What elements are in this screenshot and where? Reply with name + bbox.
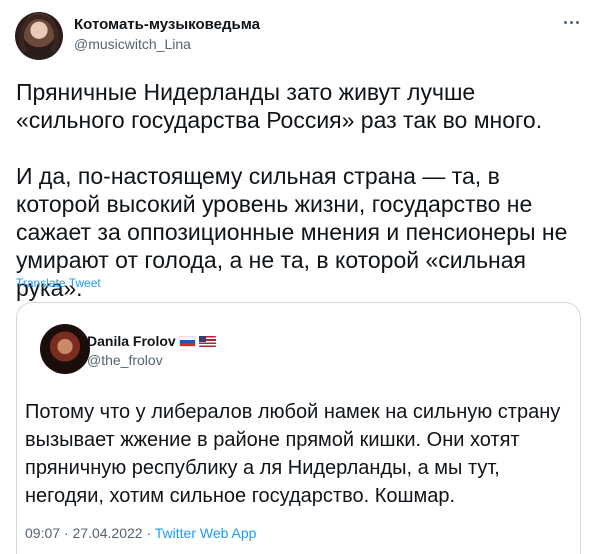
author-handle[interactable]: @musicwitch_Lina — [74, 35, 260, 54]
meta-separator: · — [146, 525, 152, 541]
meta-separator: · — [63, 525, 69, 541]
author-name[interactable]: Котомать-музыковедьма — [74, 15, 260, 34]
tweet-paragraph: Пряничные Нидерланды зато живут лучше «с… — [16, 79, 543, 133]
flag-russia-icon — [178, 335, 196, 347]
quote-meta: 09:07 · 27.04.2022 · Twitter Web App — [25, 525, 256, 541]
quote-source-app[interactable]: Twitter Web App — [155, 525, 257, 541]
tweet-paragraph: И да, по-настоящему сильная страна — та,… — [16, 163, 568, 301]
quote-time[interactable]: 09:07 — [25, 525, 60, 541]
tweet-text: Пряничные Нидерланды зато живут лучше «с… — [16, 78, 588, 302]
quote-author-handle[interactable]: @the_frolov — [87, 351, 216, 369]
translate-tweet-link[interactable]: Translate Tweet — [16, 276, 101, 290]
author-block[interactable]: Котомать-музыковедьма @musicwitch_Lina — [74, 15, 260, 54]
quote-author-block[interactable]: Danila Frolov @the_frolov — [87, 332, 216, 369]
quoted-tweet-card[interactable]: Danila Frolov @the_frolov Потому что у л… — [16, 302, 581, 554]
quote-text: Потому что у либералов любой намек на си… — [25, 401, 561, 507]
flag-usa-icon — [198, 335, 216, 347]
author-avatar[interactable] — [15, 12, 63, 60]
quote-author-name[interactable]: Danila Frolov — [87, 332, 176, 350]
quote-author-avatar[interactable] — [40, 324, 90, 374]
quote-date[interactable]: 27.04.2022 — [73, 525, 143, 541]
more-horizontal-icon[interactable] — [561, 12, 581, 32]
